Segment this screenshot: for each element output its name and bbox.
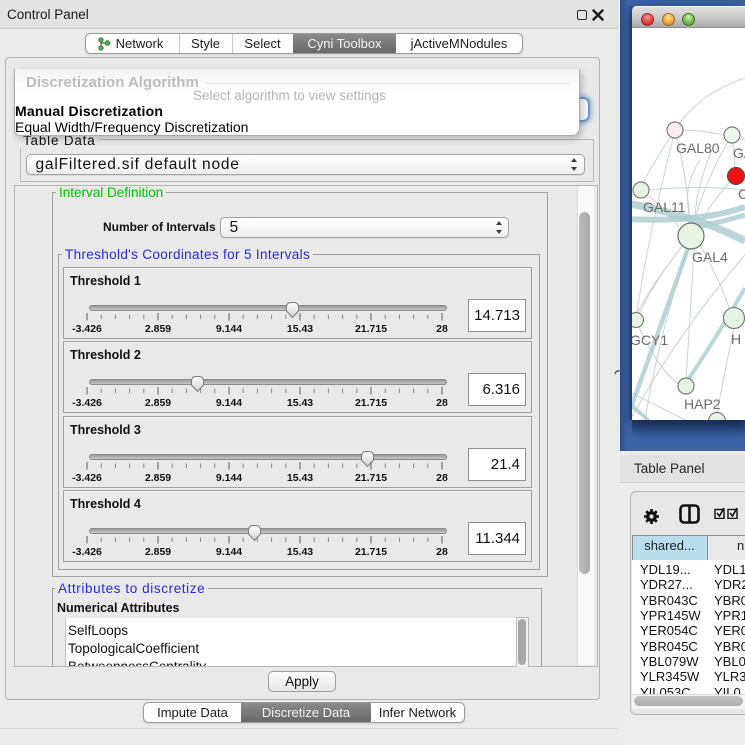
svg-text:28: 28 [436,397,448,409]
svg-text:-3.426: -3.426 [72,323,102,335]
svg-text:-3.426: -3.426 [72,397,102,409]
svg-text:9.144: 9.144 [216,397,242,409]
svg-text:HAP2: HAP2 [684,396,721,412]
svg-text:28: 28 [436,472,448,484]
svg-text:15.43: 15.43 [287,546,313,558]
svg-text:-3.426: -3.426 [72,546,102,558]
svg-text:9.144: 9.144 [216,546,242,558]
svg-text:GCY1: GCY1 [632,332,668,348]
svg-text:GAL11: GAL11 [643,199,686,215]
svg-text:15.43: 15.43 [287,323,313,335]
svg-text:28: 28 [436,323,448,335]
svg-text:9.144: 9.144 [216,323,242,335]
svg-text:21.715: 21.715 [355,397,387,409]
svg-text:2.859: 2.859 [145,546,171,558]
svg-text:15.43: 15.43 [287,472,313,484]
svg-text:9.144: 9.144 [216,472,242,484]
svg-text:GA: GA [733,145,745,161]
svg-text:15.43: 15.43 [287,397,313,409]
svg-text:21.715: 21.715 [355,472,387,484]
svg-text:2.859: 2.859 [145,397,171,409]
svg-text:H: H [731,331,741,347]
svg-text:28: 28 [436,546,448,558]
svg-text:2.859: 2.859 [145,472,171,484]
svg-text:C: C [738,186,745,202]
svg-text:2.859: 2.859 [145,323,171,335]
svg-text:GAL4: GAL4 [692,249,728,265]
svg-text:21.715: 21.715 [355,323,387,335]
svg-text:-3.426: -3.426 [72,472,102,484]
svg-text:GAL80: GAL80 [676,140,720,156]
svg-text:21.715: 21.715 [355,546,387,558]
